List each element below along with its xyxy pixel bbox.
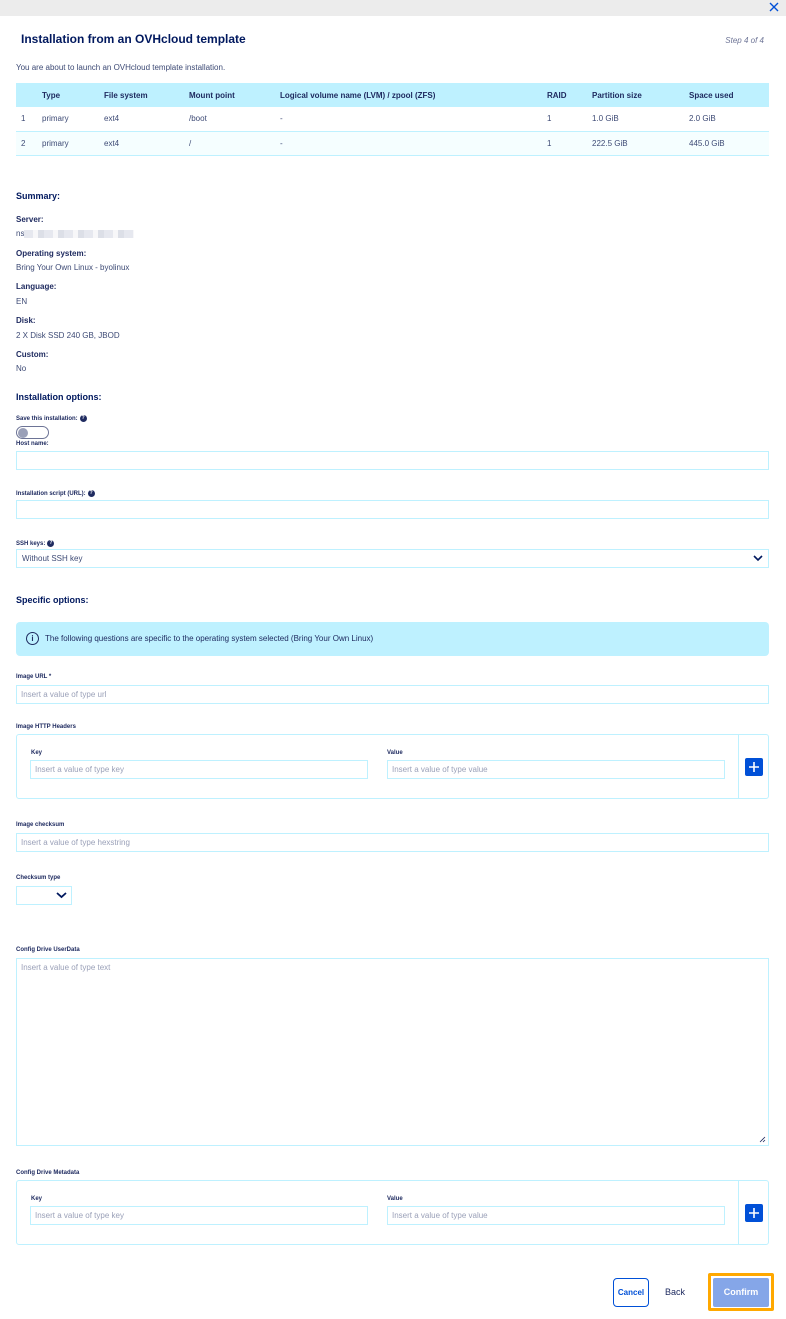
col-header-filesystem: File system <box>104 83 189 107</box>
disk-value: 2 X Disk SSD 240 GB, JBOD <box>16 331 120 340</box>
server-label: Server: <box>16 215 44 224</box>
close-icon[interactable] <box>766 0 782 15</box>
image-checksum-label: Image checksum <box>16 822 65 828</box>
cell-index: 1 <box>16 107 42 132</box>
userdata-label: Config Drive UserData <box>16 947 80 953</box>
summary-heading: Summary: <box>16 191 61 201</box>
cell-mount-point: /boot <box>189 107 280 132</box>
cell-lvm: - <box>280 107 547 132</box>
confirm-button[interactable]: Confirm <box>713 1278 769 1307</box>
image-url-label: Image URL * <box>16 674 52 680</box>
install-script-label: Installation script (URL):? <box>16 490 95 497</box>
custom-value: No <box>16 364 27 373</box>
ssh-keys-text: SSH keys: <box>16 541 46 548</box>
metadata-group: Key Value Insert a value of type key Ins… <box>16 1180 769 1245</box>
cell-partition-size: 1.0 GiB <box>592 107 689 132</box>
save-installation-toggle[interactable] <box>16 426 49 439</box>
install-script-text: Installation script (URL): <box>16 491 86 498</box>
info-icon: i <box>26 632 39 645</box>
cell-raid: 1 <box>547 131 592 156</box>
hostname-label: Host name: <box>16 441 49 447</box>
custom-label: Custom: <box>16 350 49 359</box>
cell-type: primary <box>42 107 104 132</box>
help-icon[interactable]: ? <box>47 540 55 547</box>
hostname-input[interactable] <box>16 451 769 470</box>
ssh-keys-selected-value: Without SSH key <box>22 554 83 563</box>
image-http-headers-group: Key Value Insert a value of type key Ins… <box>16 734 769 799</box>
cell-raid: 1 <box>547 107 592 132</box>
cell-type: primary <box>42 131 104 156</box>
image-checksum-input[interactable]: Insert a value of type hexstring <box>16 833 769 852</box>
col-header-index <box>16 83 42 107</box>
divider <box>738 1181 739 1244</box>
language-label: Language: <box>16 282 57 291</box>
os-value: Bring Your Own Linux - byolinux <box>16 263 130 272</box>
checksum-type-select[interactable] <box>16 886 72 905</box>
header-key-input[interactable]: Insert a value of type key <box>30 760 368 779</box>
chevron-down-icon <box>753 553 763 563</box>
col-header-lvm: Logical volume name (LVM) / zpool (ZFS) <box>280 83 547 107</box>
server-value: ns <box>16 229 135 238</box>
col-header-space-used: Space used <box>689 83 769 107</box>
cell-mount-point: / <box>189 131 280 156</box>
cancel-button[interactable]: Cancel <box>613 1278 649 1307</box>
key-label: Key <box>31 750 43 756</box>
installation-options-heading: Installation options: <box>16 392 102 402</box>
plus-icon <box>749 1208 759 1218</box>
cell-space-used: 2.0 GiB <box>689 107 769 132</box>
help-icon[interactable]: ? <box>79 415 87 422</box>
table-header-row: Type File system Mount point Logical vol… <box>16 83 769 107</box>
col-header-mount-point: Mount point <box>189 83 280 107</box>
table-row: 2 primary ext4 / - 1 222.5 GiB 445.0 GiB <box>16 131 769 156</box>
col-header-raid: RAID <box>547 83 592 107</box>
plus-icon <box>749 762 759 772</box>
table-row: 1 primary ext4 /boot - 1 1.0 GiB 2.0 GiB <box>16 107 769 132</box>
key-label: Key <box>31 1196 43 1202</box>
back-button[interactable]: Back <box>665 1287 685 1297</box>
install-script-input[interactable] <box>16 500 769 519</box>
help-icon[interactable]: ? <box>87 490 95 497</box>
info-text: The following questions are specific to … <box>45 634 374 643</box>
dialog-title: Installation from an OVHcloud template <box>21 32 246 46</box>
os-label: Operating system: <box>16 249 87 258</box>
cell-lvm: - <box>280 131 547 156</box>
metadata-label: Config Drive Metadata <box>16 1170 80 1176</box>
server-name-prefix: ns <box>16 229 25 238</box>
userdata-textarea[interactable]: Insert a value of type text <box>16 958 769 1146</box>
metadata-key-input[interactable]: Insert a value of type key <box>30 1206 368 1225</box>
ssh-keys-label: SSH keys:? <box>16 540 55 548</box>
metadata-value-input[interactable]: Insert a value of type value <box>387 1206 725 1225</box>
dialog-top-bar <box>0 0 786 16</box>
col-header-type: Type <box>42 83 104 107</box>
add-metadata-button[interactable] <box>745 1204 763 1222</box>
value-label: Value <box>387 750 403 756</box>
checksum-type-label: Checksum type <box>16 875 61 881</box>
save-installation-text: Save this installation: <box>16 416 78 423</box>
header-value-input[interactable]: Insert a value of type value <box>387 760 725 779</box>
value-label: Value <box>387 1196 403 1202</box>
save-installation-label: Save this installation:? <box>16 415 87 422</box>
partition-table: Type File system Mount point Logical vol… <box>16 83 769 156</box>
ssh-keys-select[interactable]: Without SSH key <box>16 549 769 568</box>
col-header-partition-size: Partition size <box>592 83 689 107</box>
redacted-server-name <box>24 229 135 238</box>
add-header-button[interactable] <box>745 758 763 776</box>
step-indicator: Step 4 of 4 <box>725 36 764 45</box>
chevron-down-icon <box>56 890 67 900</box>
cell-filesystem: ext4 <box>104 131 189 156</box>
cell-index: 2 <box>16 131 42 156</box>
intro-text: You are about to launch an OVHcloud temp… <box>16 63 226 72</box>
userdata-placeholder: Insert a value of type text <box>21 963 111 972</box>
cell-filesystem: ext4 <box>104 107 189 132</box>
language-value: EN <box>16 297 28 306</box>
specific-options-heading: Specific options: <box>16 595 89 605</box>
resize-handle-icon[interactable] <box>759 1136 766 1143</box>
image-url-input[interactable]: Insert a value of type url <box>16 685 769 704</box>
disk-label: Disk: <box>16 316 36 325</box>
cell-space-used: 445.0 GiB <box>689 131 769 156</box>
cell-partition-size: 222.5 GiB <box>592 131 689 156</box>
info-banner: i The following questions are specific t… <box>16 622 769 656</box>
image-http-headers-label: Image HTTP Headers <box>16 724 76 730</box>
divider <box>738 735 739 798</box>
